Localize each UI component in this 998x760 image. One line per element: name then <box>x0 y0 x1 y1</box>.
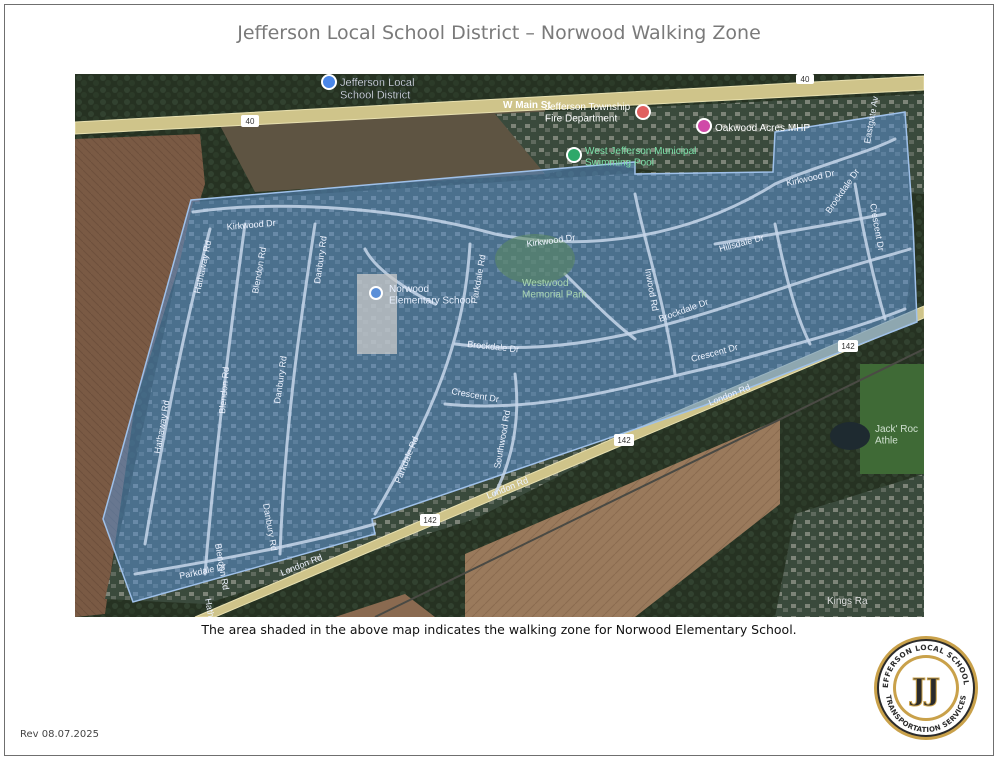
svg-text:142: 142 <box>617 436 631 445</box>
school-marker[interactable] <box>369 286 383 300</box>
green-field-east <box>860 364 924 474</box>
svg-text:40: 40 <box>246 117 255 126</box>
map-caption: The area shaded in the above map indicat… <box>201 622 797 637</box>
district-office-marker[interactable] <box>321 74 337 90</box>
pool-marker[interactable] <box>566 147 582 163</box>
jefferson-transportation-logo: JEFFERSON LOCAL SCHOOLS TRANSPORTATION S… <box>869 627 980 742</box>
revision-date: Rev 08.07.2025 <box>20 729 100 740</box>
walking-zone-map[interactable]: 40 40 142 142 142 Jefferson Local School… <box>75 74 924 617</box>
page-title: Jefferson Local School District – Norwoo… <box>237 22 761 44</box>
us-40-shield-b: 40 <box>796 74 814 84</box>
school-pond <box>830 422 870 450</box>
svg-text:142: 142 <box>841 342 855 351</box>
oakwood-label: Oakwood Acres MHP <box>715 123 810 134</box>
sr-142-shield-a: 142 <box>838 340 858 352</box>
svg-text:142: 142 <box>423 516 437 525</box>
us-40-shield-a: 40 <box>241 115 259 127</box>
kings-ra-label: Kings Ra <box>827 596 868 607</box>
oakwood-marker[interactable] <box>696 118 712 134</box>
fire-dept-marker[interactable] <box>635 104 651 120</box>
district-office-label: Jefferson Local School District <box>340 77 417 102</box>
sr-142-shield-b: 142 <box>614 434 634 446</box>
logo-monogram: JJ <box>909 673 940 708</box>
svg-text:40: 40 <box>801 75 810 84</box>
sr-142-shield-c: 142 <box>420 514 440 526</box>
